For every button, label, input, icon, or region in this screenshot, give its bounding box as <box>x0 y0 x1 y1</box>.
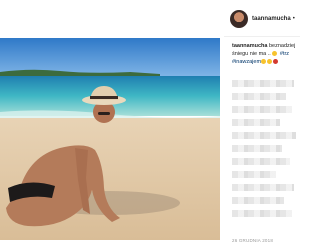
header-username-link[interactable]: taannamucha <box>252 16 291 22</box>
smiling-face-icon <box>267 58 273 64</box>
header-divider <box>224 36 300 37</box>
blurred-comment-line <box>232 106 292 113</box>
caption-line-2: śniegu nie ma .. #trz <box>232 50 300 58</box>
devil-face-icon <box>273 58 279 64</box>
profile-avatar-icon[interactable] <box>230 10 248 28</box>
caption-username-link[interactable]: taannamucha <box>232 43 267 49</box>
instagram-post-embed: taannamucha • taannamucha beznadziej śni… <box>0 0 300 250</box>
post-date[interactable]: 26 GRUDNIA 2018 <box>232 238 273 243</box>
caption-line-3: #inawzajem <box>232 58 300 66</box>
blurred-comment-line <box>232 197 284 204</box>
caption-text-2: śniegu nie ma .. <box>232 51 273 57</box>
caption-line-1: taannamucha beznadziej <box>232 42 300 50</box>
caption-hashtag-link-2[interactable]: #inawzajem <box>232 59 261 65</box>
post-header: taannamucha • <box>230 8 300 30</box>
blurred-comment-line <box>232 119 280 126</box>
blurred-comments <box>232 80 298 230</box>
blurred-comment-line <box>232 158 290 165</box>
caption-hashtag-link-1[interactable]: #trz <box>280 51 289 57</box>
blurred-comment-line <box>232 210 292 217</box>
caption-text-1: beznadziej <box>269 43 296 49</box>
blurred-comment-line <box>232 80 294 87</box>
post-photo[interactable] <box>0 38 220 240</box>
beach-photo-image <box>0 38 220 240</box>
blurred-comment-line <box>232 145 282 152</box>
blurred-comment-line <box>232 132 296 139</box>
blurred-comment-line <box>232 93 286 100</box>
grinning-face-icon <box>272 50 278 56</box>
header-separator: • <box>292 16 295 22</box>
blurred-comment-line <box>232 184 294 191</box>
blurred-comment-line <box>232 171 276 178</box>
post-caption: taannamucha beznadziej śniegu nie ma .. … <box>232 42 300 66</box>
winking-face-icon <box>261 58 267 64</box>
